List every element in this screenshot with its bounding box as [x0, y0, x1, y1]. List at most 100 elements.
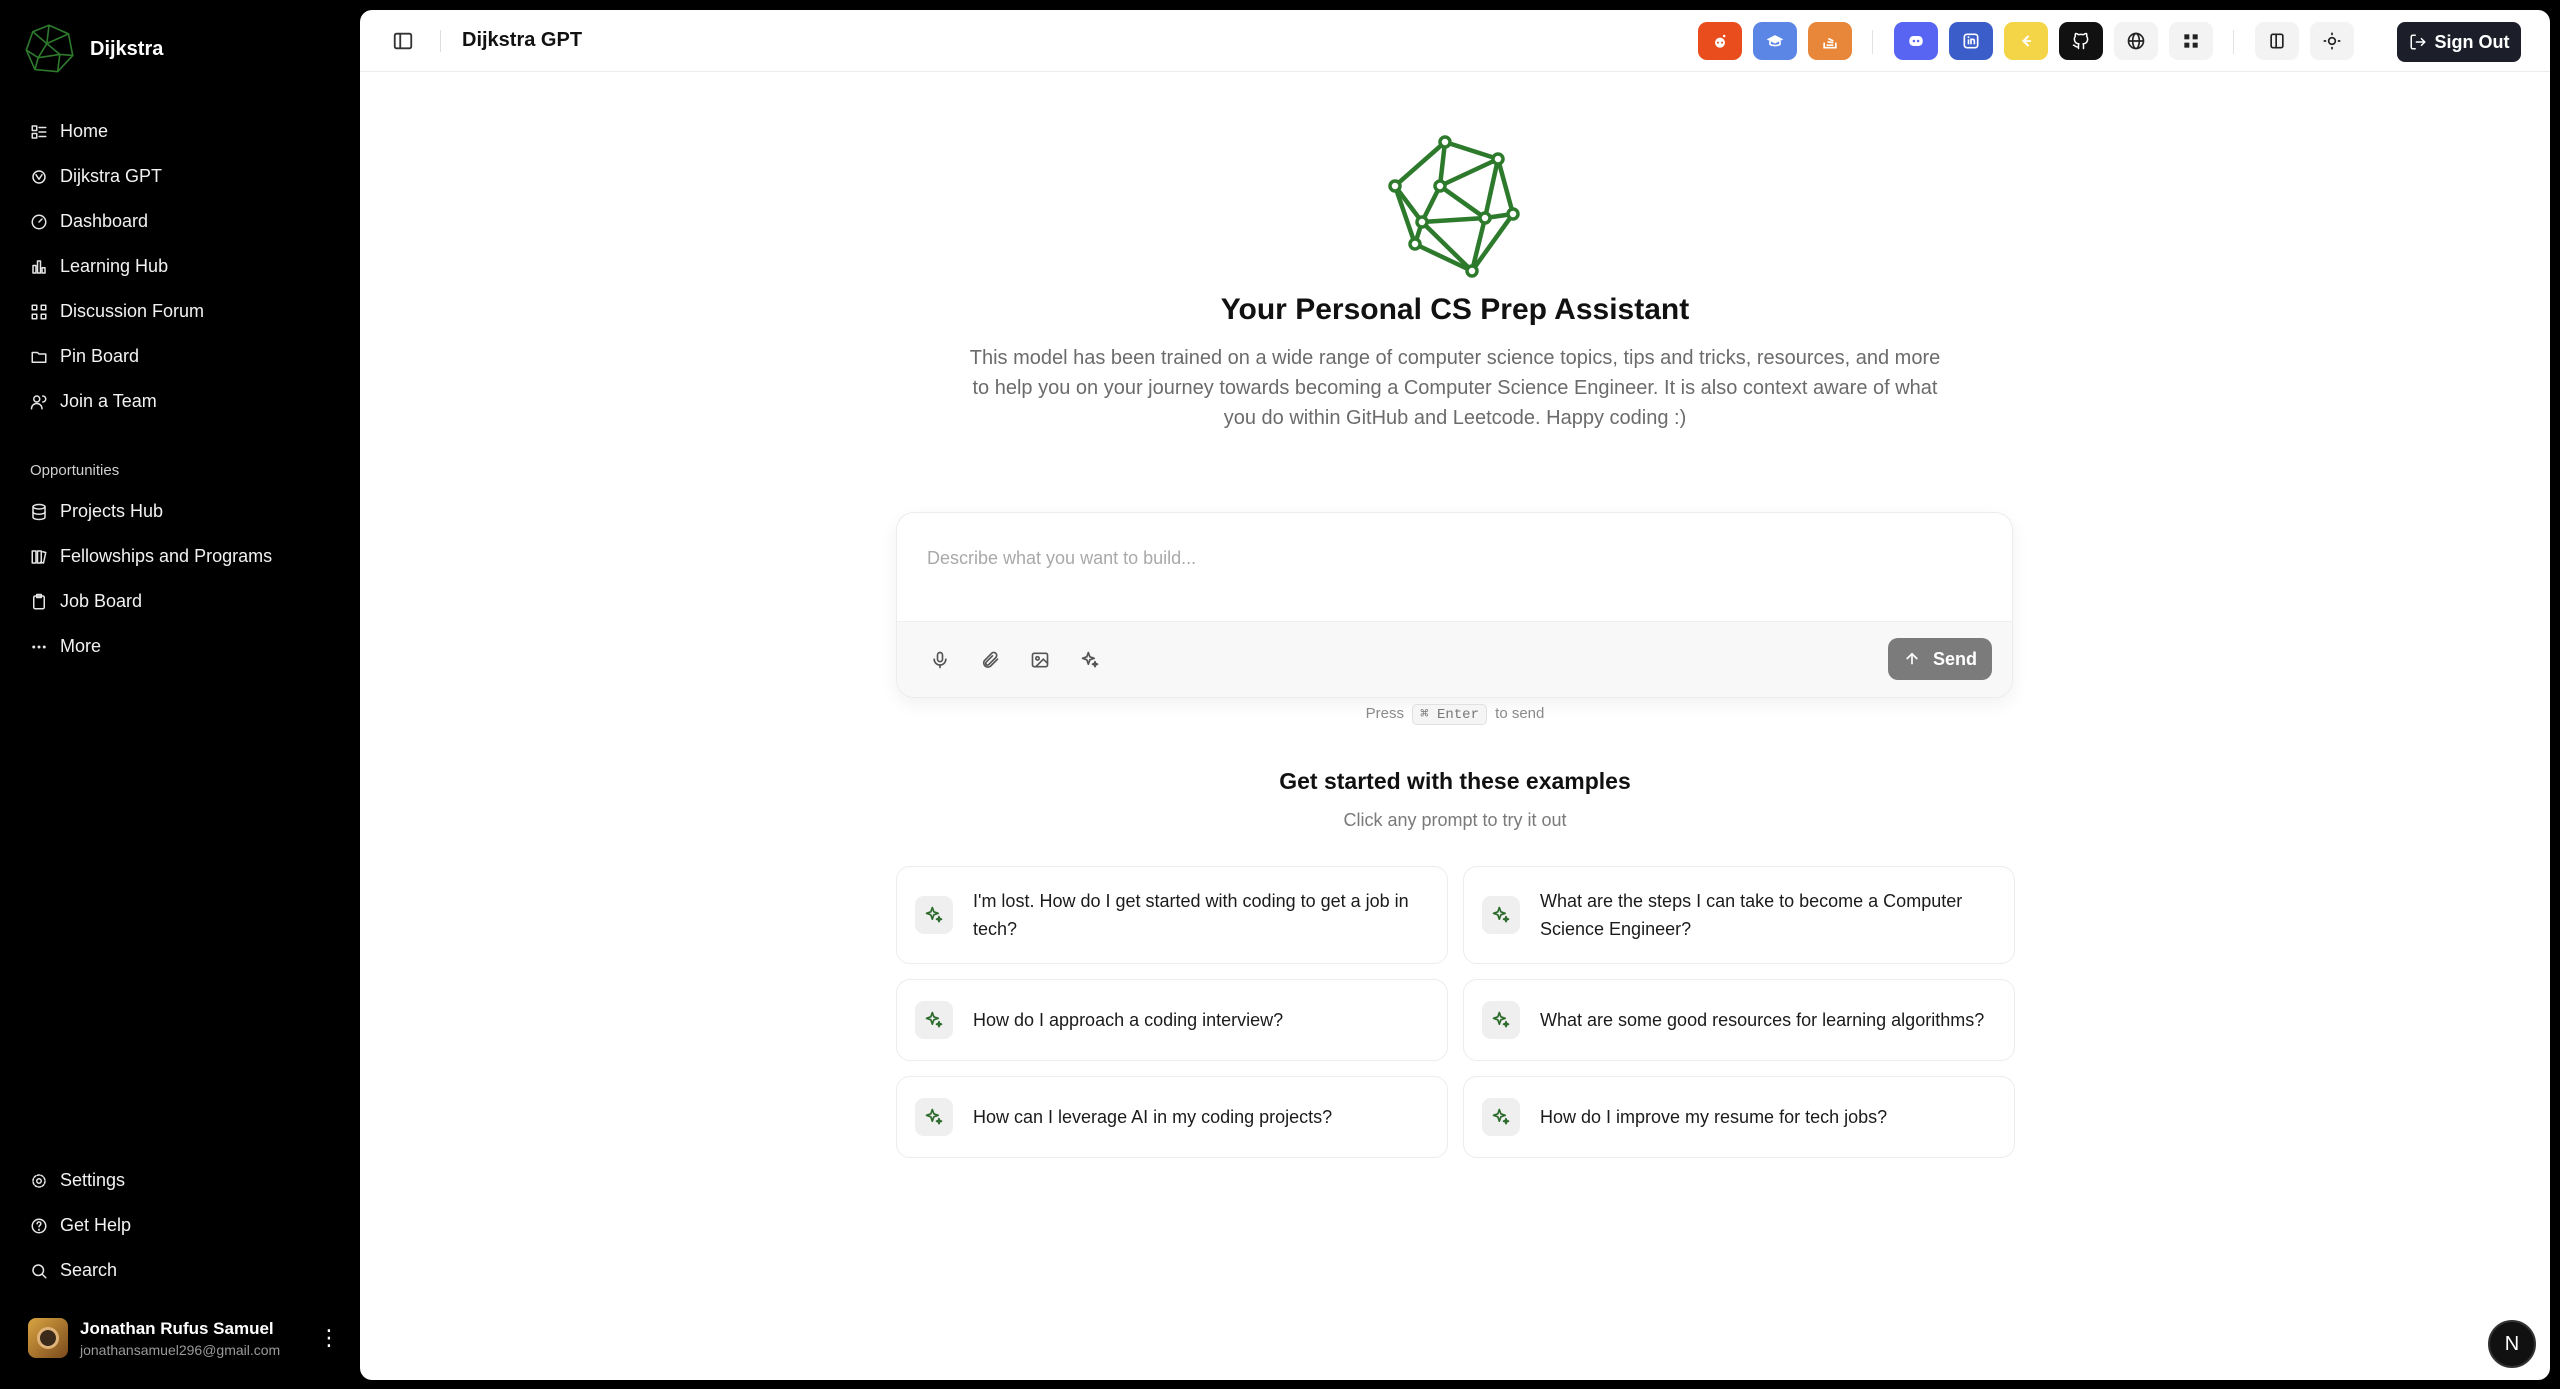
sidebar-item-discussion-forum[interactable]: Discussion Forum — [20, 289, 340, 334]
discord-button[interactable] — [1894, 22, 1938, 60]
scholar-button[interactable] — [1753, 22, 1797, 60]
sidebar-item-fellowships[interactable]: Fellowships and Programs — [20, 534, 340, 579]
sparkles-icon — [1482, 896, 1520, 934]
sidebar-item-learning-hub[interactable]: Learning Hub — [20, 244, 340, 289]
sign-out-label: Sign Out — [2434, 31, 2510, 52]
example-prompt-text: How do I improve my resume for tech jobs… — [1540, 1107, 1888, 1127]
sidebar-item-projects-hub[interactable]: Projects Hub — [20, 489, 340, 534]
sidebar-item-dashboard[interactable]: Dashboard — [20, 199, 340, 244]
sidebar-item-dijkstra-gpt[interactable]: Dijkstra GPT — [20, 154, 340, 199]
log-out-icon — [2410, 34, 2426, 50]
hero-description: This model has been trained on a wide ra… — [969, 347, 1941, 429]
sidebar-item-label: More — [60, 636, 102, 656]
example-prompt-card[interactable]: What are the steps I can take to become … — [1463, 866, 2015, 964]
sparkles-icon — [1482, 1001, 1520, 1039]
clipboard-icon — [30, 593, 48, 611]
sidebar-item-get-help[interactable]: Get Help — [20, 1203, 340, 1248]
sparkles-icon — [915, 896, 953, 934]
image-button[interactable] — [1027, 647, 1053, 673]
linkedin-button[interactable] — [1949, 22, 1993, 60]
bottom-nav: Settings Get Help Search — [20, 1158, 340, 1293]
sidebar-item-more[interactable]: More — [20, 624, 340, 669]
sparkles-icon — [915, 1001, 953, 1039]
sign-out-button[interactable]: Sign Out — [2397, 22, 2521, 62]
sidebar-item-label: Dijkstra GPT — [60, 166, 163, 186]
forum-icon — [30, 303, 48, 321]
hint-suffix: to send — [1495, 705, 1545, 722]
topbar: Dijkstra GPT Sign Out — [360, 10, 2550, 72]
folder-icon — [30, 348, 48, 366]
sidebar-item-label: Projects Hub — [60, 501, 164, 521]
reddit-button[interactable] — [1698, 22, 1742, 60]
send-label: Send — [1932, 648, 1977, 669]
toolbar-icons — [360, 22, 2550, 60]
apps-button[interactable] — [2169, 22, 2213, 60]
globe-icon — [2127, 32, 2145, 50]
sidebar-item-search[interactable]: Search — [20, 1248, 340, 1293]
user-menu-icon[interactable]: ⋮ — [318, 1325, 340, 1351]
kbd-enter: Enter — [1436, 707, 1479, 723]
globe-button[interactable] — [2114, 22, 2158, 60]
example-prompt-card[interactable]: How do I improve my resume for tech jobs… — [1463, 1076, 2015, 1158]
sidebar: Dijkstra Home Dijkstra GPT Dashboard Lea… — [0, 0, 360, 1389]
sidebar-item-label: Fellowships and Programs — [60, 546, 273, 566]
graduation-cap-icon — [1766, 35, 1784, 47]
sidebar-panel-icon — [2270, 33, 2284, 49]
database-icon — [30, 503, 48, 521]
leetcode-button[interactable] — [2004, 22, 2048, 60]
send-hint: Press ⌘ Enter to send — [360, 704, 2550, 725]
avatar — [28, 1318, 68, 1358]
dijkstra-hero-logo-icon — [1388, 135, 1520, 278]
example-prompt-card[interactable]: I'm lost. How do I get started with codi… — [896, 866, 1448, 964]
n-badge-button[interactable]: N — [2488, 1320, 2536, 1368]
user-profile[interactable]: Jonathan Rufus Samuel jonathansamuel296@… — [28, 1318, 340, 1358]
example-prompt-card[interactable]: What are some good resources for learnin… — [1463, 979, 2015, 1061]
user-email: jonathansamuel296@gmail.com — [80, 1341, 281, 1358]
toolbar-divider — [1872, 30, 1873, 54]
discord-icon — [1909, 36, 1923, 46]
sidebar-item-join-a-team[interactable]: Join a Team — [20, 379, 340, 424]
brand[interactable]: Dijkstra — [22, 22, 163, 76]
stack-overflow-icon — [1823, 37, 1837, 49]
sidebar-item-label: Join a Team — [60, 391, 157, 411]
hero-title: Your Personal CS Prep Assistant — [1220, 293, 1690, 326]
sparkles-icon — [1482, 1098, 1520, 1136]
section-label-opportunities: Opportunities — [30, 462, 120, 479]
example-prompt-text: What are the steps I can take to become … — [1540, 891, 1963, 939]
help-circle-icon — [30, 1217, 48, 1235]
dashboard-gauge-icon — [30, 213, 48, 231]
sidebar-item-label: Job Board — [60, 591, 143, 611]
sidebar-item-label: Settings — [60, 1170, 126, 1190]
example-prompt-card[interactable]: How can I leverage AI in my coding proje… — [896, 1076, 1448, 1158]
theme-toggle-button[interactable] — [2310, 22, 2354, 60]
user-name: Jonathan Rufus Samuel — [80, 1318, 274, 1338]
sidebar-item-label: Discussion Forum — [60, 301, 205, 321]
kbd-cmd: ⌘ — [1420, 707, 1429, 723]
attach-button[interactable] — [977, 647, 1003, 673]
dijkstra-logo-icon — [25, 24, 74, 73]
microphone-button[interactable] — [927, 647, 953, 673]
gpt-icon — [30, 168, 48, 186]
example-prompt-text: How can I leverage AI in my coding proje… — [973, 1107, 1333, 1127]
stack-overflow-button[interactable] — [1808, 22, 1852, 60]
panel-button[interactable] — [2255, 22, 2299, 60]
sidebar-item-pin-board[interactable]: Pin Board — [20, 334, 340, 379]
sidebar-item-settings[interactable]: Settings — [20, 1158, 340, 1203]
apps-grid-icon — [2184, 34, 2198, 48]
example-prompt-card[interactable]: How do I approach a coding interview? — [896, 979, 1448, 1061]
users-icon — [30, 393, 48, 411]
linkedin-icon — [1963, 33, 1979, 49]
sidebar-item-label: Home — [60, 121, 109, 141]
magic-button[interactable] — [1077, 647, 1103, 673]
sidebar-item-label: Learning Hub — [60, 256, 169, 276]
learning-chart-icon — [30, 258, 48, 276]
sidebar-item-job-board[interactable]: Job Board — [20, 579, 340, 624]
example-prompt-text: How do I approach a coding interview? — [973, 1010, 1284, 1030]
sidebar-item-home[interactable]: Home — [20, 109, 340, 154]
send-button[interactable]: Send — [1888, 638, 1992, 680]
paperclip-icon — [982, 651, 999, 668]
toolbar-divider — [2233, 30, 2234, 54]
prompt-input[interactable] — [927, 543, 1927, 573]
github-button[interactable] — [2059, 22, 2103, 60]
more-horizontal-icon — [30, 638, 48, 656]
